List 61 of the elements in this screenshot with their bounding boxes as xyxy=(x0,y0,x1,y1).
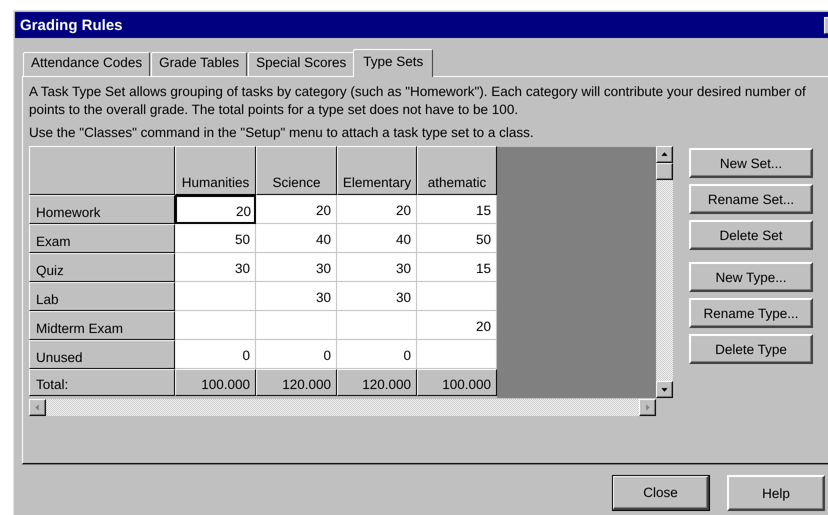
set-button[interactable]: New Set... xyxy=(689,148,813,178)
table-cell[interactable]: 30 xyxy=(175,253,256,282)
tab[interactable]: Grade Tables xyxy=(151,52,248,76)
table-cell[interactable] xyxy=(417,282,497,311)
window-title: Grading Rules xyxy=(20,16,124,34)
tab[interactable]: Attendance Codes xyxy=(23,52,150,76)
horizontal-scrollbar[interactable] xyxy=(29,399,656,416)
row-header[interactable]: Quiz xyxy=(29,253,175,282)
table-cell[interactable] xyxy=(417,340,497,369)
table-cell[interactable]: 0 xyxy=(256,340,337,369)
set-button[interactable]: Rename Set... xyxy=(689,184,813,214)
dialog-button[interactable]: Close xyxy=(612,475,710,511)
dialog-button[interactable]: Help xyxy=(727,475,825,511)
table-cell[interactable]: 15 xyxy=(417,253,497,282)
table-cell[interactable]: 20 xyxy=(256,195,337,224)
table-cell[interactable]: 30 xyxy=(256,282,337,311)
set-button[interactable]: Delete Set xyxy=(689,220,813,250)
table-cell[interactable] xyxy=(337,311,417,340)
table-cell[interactable] xyxy=(256,311,337,340)
scroll-left-icon[interactable] xyxy=(29,399,46,416)
table-cell[interactable] xyxy=(175,282,256,311)
column-header[interactable]: athematic xyxy=(417,146,497,195)
instruction-text: Use the "Classes" command in the "Setup" menu to attach a task type set to a class. xyxy=(29,124,535,142)
table-cell[interactable]: 50 xyxy=(175,224,256,253)
vertical-scrollbar[interactable] xyxy=(656,146,673,398)
scroll-right-icon[interactable] xyxy=(639,399,656,416)
table-cell[interactable]: 30 xyxy=(337,253,417,282)
column-header[interactable]: Science xyxy=(256,146,337,195)
scroll-down-icon[interactable] xyxy=(656,381,673,398)
set-button[interactable]: Delete Type xyxy=(689,334,813,364)
total-cell: 100.000 xyxy=(417,369,497,396)
row-header[interactable]: Midterm Exam xyxy=(29,311,175,340)
table-cell[interactable]: 0 xyxy=(337,340,417,369)
total-cell: 120.000 xyxy=(337,369,417,396)
table-cell[interactable]: 20 xyxy=(417,311,497,340)
row-header: Total: xyxy=(29,369,175,396)
row-header[interactable]: Unused xyxy=(29,340,175,369)
row-header[interactable]: Exam xyxy=(29,224,175,253)
set-button[interactable]: New Type... xyxy=(689,262,813,292)
table-cell[interactable]: 40 xyxy=(256,224,337,253)
scroll-up-icon[interactable] xyxy=(656,146,673,163)
table-cell[interactable]: 30 xyxy=(256,253,337,282)
set-button[interactable]: Rename Type... xyxy=(689,298,813,328)
table-cell[interactable]: 15 xyxy=(417,195,497,224)
table-cell[interactable] xyxy=(175,311,256,340)
tab[interactable]: Type Sets xyxy=(353,49,434,77)
row-header[interactable]: Lab xyxy=(29,282,175,311)
table-cell[interactable]: 40 xyxy=(337,224,417,253)
table-cell[interactable]: 20 xyxy=(337,195,417,224)
row-header[interactable]: Homework xyxy=(29,195,175,224)
instruction-text: A Task Type Set allows grouping of tasks by category (such as "Homework"). Each category will contribute your desired number of points to the overall grade. The total points for a type set does not have to be 100. xyxy=(29,83,807,119)
table-cell[interactable]: 50 xyxy=(417,224,497,253)
table-cell[interactable]: 20 xyxy=(175,195,256,224)
total-cell: 100.000 xyxy=(175,369,256,396)
table-cell[interactable]: 30 xyxy=(337,282,417,311)
table-cell[interactable]: 0 xyxy=(175,340,256,369)
column-header[interactable]: Humanities xyxy=(175,146,256,195)
column-header[interactable]: Elementary xyxy=(337,146,417,195)
tab[interactable]: Special Scores xyxy=(248,52,354,76)
total-cell: 120.000 xyxy=(256,369,337,396)
scroll-thumb[interactable] xyxy=(656,163,673,180)
